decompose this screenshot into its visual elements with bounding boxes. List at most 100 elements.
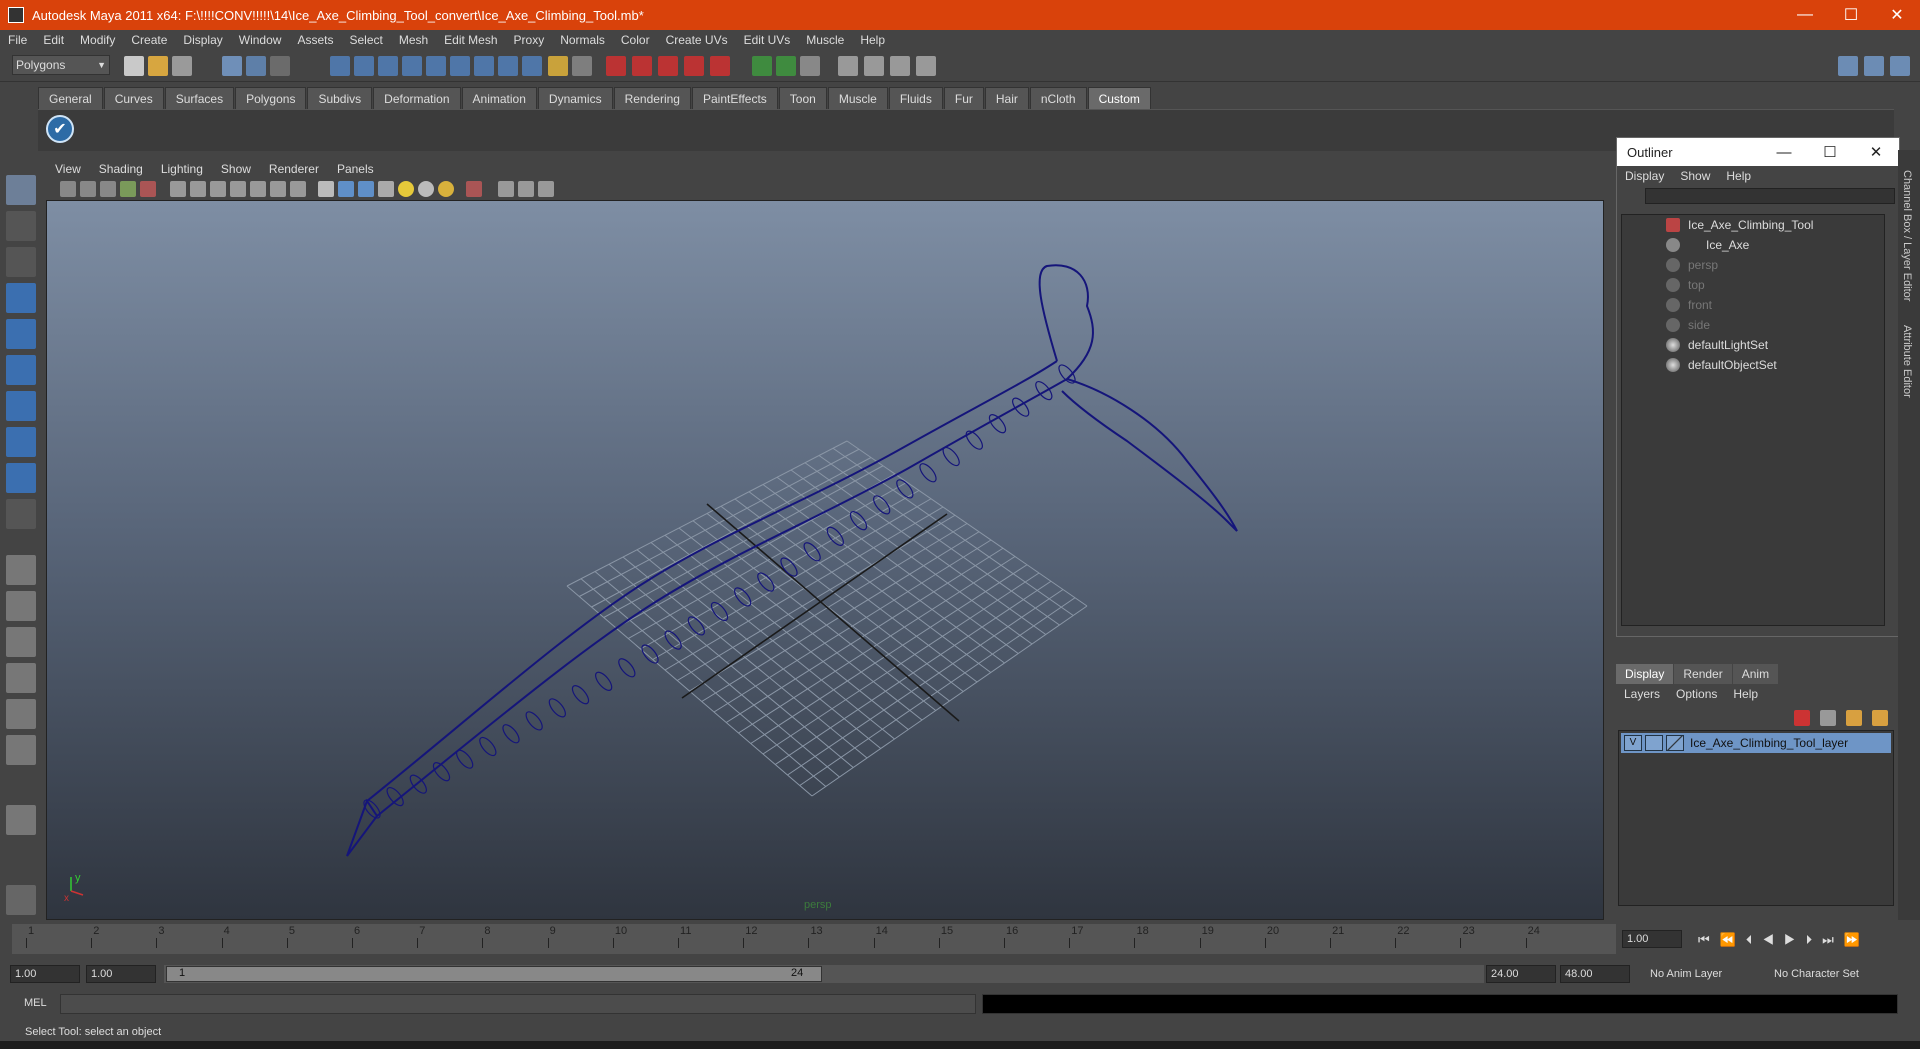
- menu-mesh[interactable]: Mesh: [391, 33, 436, 47]
- panel-menu-show[interactable]: Show: [212, 162, 260, 176]
- select-hierarchy-icon[interactable]: [222, 56, 242, 76]
- snap-point-icon[interactable]: [378, 56, 398, 76]
- maximize-button[interactable]: ☐: [1828, 0, 1874, 30]
- snap-grid-icon[interactable]: [330, 56, 350, 76]
- snap-view-plane-icon[interactable]: [474, 56, 494, 76]
- persp-outliner-layout-icon[interactable]: [6, 627, 36, 657]
- render-frame-icon[interactable]: [752, 56, 772, 76]
- shelf-tab-curves[interactable]: Curves: [103, 87, 164, 109]
- four-view-layout-icon[interactable]: [6, 591, 36, 621]
- channel-box-tab[interactable]: Channel Box / Layer Editor: [1901, 170, 1913, 301]
- snap-surface-icon[interactable]: [426, 56, 446, 76]
- menu-help[interactable]: Help: [852, 33, 893, 47]
- current-time-field[interactable]: 1.00: [1622, 930, 1682, 948]
- select-component-icon[interactable]: [270, 56, 290, 76]
- menu-edit-mesh[interactable]: Edit Mesh: [436, 33, 505, 47]
- shelf-tab-painteffects[interactable]: PaintEffects: [691, 87, 778, 109]
- shelf-tab-deformation[interactable]: Deformation: [373, 87, 461, 109]
- outliner-item-front[interactable]: front: [1666, 295, 1712, 315]
- outliner-filter-field[interactable]: [1645, 188, 1895, 204]
- help-question-icon[interactable]: [522, 56, 542, 76]
- layer-color-swatch[interactable]: [1666, 735, 1684, 751]
- snap-vertex-icon[interactable]: [450, 56, 470, 76]
- new-scene-icon[interactable]: [124, 56, 144, 76]
- output-ops-icon[interactable]: [658, 56, 678, 76]
- lasso-tool-icon[interactable]: [6, 211, 36, 241]
- outliner-close-button[interactable]: ✕: [1853, 143, 1899, 161]
- character-set-dropdown[interactable]: No Character Set: [1770, 965, 1886, 983]
- make-live-icon[interactable]: [498, 56, 518, 76]
- new-empty-layer-icon[interactable]: [1846, 710, 1862, 726]
- script-editor-icon[interactable]: [916, 56, 936, 76]
- menu-create[interactable]: Create: [123, 33, 175, 47]
- close-button[interactable]: ✕: [1874, 0, 1920, 30]
- shelf-tab-surfaces[interactable]: Surfaces: [164, 87, 235, 109]
- xray-joints-icon[interactable]: [518, 181, 534, 197]
- batch-render-icon[interactable]: [890, 56, 910, 76]
- render-view-icon[interactable]: [800, 56, 820, 76]
- outliner-menu-help[interactable]: Help: [1718, 169, 1759, 183]
- outliner-item-mesh[interactable]: Ice_Axe: [1666, 235, 1749, 255]
- command-input[interactable]: [60, 994, 976, 1014]
- shelf-tab-subdivs[interactable]: Subdivs: [307, 87, 373, 109]
- shelf-tab-general[interactable]: General: [38, 87, 103, 109]
- command-language-label[interactable]: MEL: [24, 997, 47, 1009]
- anim-end-field[interactable]: 48.00: [1560, 965, 1630, 983]
- shelf-tab-ncloth[interactable]: nCloth: [1029, 87, 1087, 109]
- panel-menu-view[interactable]: View: [46, 162, 90, 176]
- playback-controls[interactable]: ⏮⏪⏴◀▶⏵⏭⏩: [1698, 932, 1870, 948]
- shelf-tab-toon[interactable]: Toon: [778, 87, 827, 109]
- panel-menu-panels[interactable]: Panels: [328, 162, 383, 176]
- attribute-editor-tab[interactable]: Attribute Editor: [1901, 325, 1913, 398]
- start-time-field[interactable]: 1.00: [10, 965, 80, 983]
- camera-select-icon[interactable]: [60, 181, 76, 197]
- outliner-list[interactable]: Ice_Axe_Climbing_Tool Ice_Axe persp top …: [1621, 214, 1885, 626]
- render-settings-icon[interactable]: [710, 56, 730, 76]
- layer-display-type-toggle[interactable]: [1645, 735, 1663, 751]
- menu-window[interactable]: Window: [231, 33, 290, 47]
- new-layer-from-selected-icon[interactable]: [1872, 710, 1888, 726]
- single-perspective-layout-icon[interactable]: [6, 555, 36, 585]
- checkmark-shelf-icon[interactable]: ✔: [46, 115, 74, 143]
- layer-row[interactable]: V Ice_Axe_Climbing_Tool_layer: [1621, 733, 1891, 753]
- shadows-icon[interactable]: [418, 181, 434, 197]
- outliner-item-objectset[interactable]: defaultObjectSet: [1666, 355, 1777, 375]
- menu-modify[interactable]: Modify: [72, 33, 123, 47]
- menu-edit[interactable]: Edit: [35, 33, 72, 47]
- toggle-attribute-editor-icon[interactable]: [1838, 56, 1858, 76]
- layer-visibility-toggle[interactable]: V: [1624, 735, 1642, 751]
- camera-attributes-icon[interactable]: [80, 181, 96, 197]
- shelf-tab-muscle[interactable]: Muscle: [827, 87, 888, 109]
- open-scene-icon[interactable]: [148, 56, 168, 76]
- shelf-tab-animation[interactable]: Animation: [461, 87, 537, 109]
- shelf-tab-dynamics[interactable]: Dynamics: [537, 87, 613, 109]
- paint-brush-icon[interactable]: [6, 885, 36, 915]
- menu-select[interactable]: Select: [341, 33, 390, 47]
- textured-icon[interactable]: [378, 181, 394, 197]
- persp-graph-hypergraph-layout-icon[interactable]: [6, 735, 36, 765]
- field-chart-icon[interactable]: [250, 181, 266, 197]
- menu-file[interactable]: File: [0, 33, 35, 47]
- soft-mod-tool-icon[interactable]: [6, 427, 36, 457]
- last-tool-icon[interactable]: [6, 499, 36, 529]
- outliner-item-group[interactable]: Ice_Axe_Climbing_Tool: [1666, 215, 1813, 235]
- menu-edit-uvs[interactable]: Edit UVs: [736, 33, 799, 47]
- wireframe-on-shaded-icon[interactable]: [358, 181, 374, 197]
- high-quality-icon[interactable]: [438, 181, 454, 197]
- safe-title-icon[interactable]: [290, 181, 306, 197]
- input-ops-icon[interactable]: [632, 56, 652, 76]
- toggle-tool-settings-icon[interactable]: [1864, 56, 1884, 76]
- menu-create-uvs[interactable]: Create UVs: [658, 33, 736, 47]
- show-render-icon[interactable]: [864, 56, 884, 76]
- new-layer-icon[interactable]: [1820, 710, 1836, 726]
- menu-color[interactable]: Color: [613, 33, 658, 47]
- outliner-item-persp[interactable]: persp: [1666, 255, 1718, 275]
- toggle-channel-box-icon[interactable]: [1890, 56, 1910, 76]
- shelf-tab-polygons[interactable]: Polygons: [235, 87, 307, 109]
- paint-select-tool-icon[interactable]: [6, 247, 36, 277]
- resolution-gate-icon[interactable]: [210, 181, 226, 197]
- manipulator-tool-icon[interactable]: [6, 391, 36, 421]
- outliner-item-lightset[interactable]: defaultLightSet: [1666, 335, 1768, 355]
- shelf-tab-custom[interactable]: Custom: [1087, 87, 1151, 109]
- rotate-tool-icon[interactable]: [6, 319, 36, 349]
